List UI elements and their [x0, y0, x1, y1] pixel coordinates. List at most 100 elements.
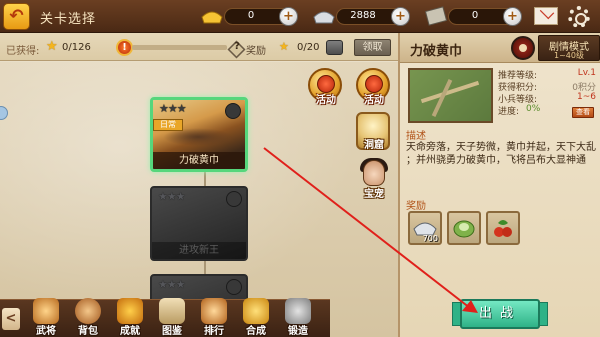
stage-card-active[interactable]: ★★★ 日常 力破黄巾 [150, 97, 248, 172]
mode-level: 1~40级 [554, 51, 584, 60]
reward-label: 奖励 [246, 46, 266, 57]
event-button[interactable]: 活动 [356, 68, 390, 106]
stat-value: 0% [526, 104, 541, 114]
nav-label: 武将 [36, 326, 56, 337]
nav-item-ranking[interactable]: 排行 [196, 298, 232, 337]
stat-value: Lv.1 [577, 68, 596, 78]
stage-name: 力破黄巾 [153, 152, 245, 169]
nav-label: 背包 [78, 326, 98, 337]
nav-item-bag[interactable]: 背包 [70, 298, 106, 337]
daily-ribbon: 日常 [153, 119, 183, 131]
back-button[interactable]: ↶ [3, 3, 30, 30]
scroll-icon [424, 6, 448, 26]
cabbage-icon [453, 220, 475, 238]
codex-icon [159, 298, 185, 324]
stage-detail-panel: 力破黄巾 剧情模式 1~40级 推荐等级: Lv.1 获得积分: 0积分 小兵等… [398, 33, 600, 337]
reward-item[interactable] [486, 211, 520, 245]
silver-counter: 2888 + [336, 7, 410, 26]
nav-item-achievement[interactable]: 成就 [112, 298, 148, 337]
bottom-nav: < 武将 背包 成就 图鉴 排行 合成 锻造 [0, 298, 330, 337]
medal-icon[interactable]: ! [116, 39, 133, 56]
stage-name: 进攻新王 [152, 242, 246, 259]
stage-knob [226, 279, 242, 295]
forge-icon [243, 298, 269, 324]
desc-label: 描述 [406, 131, 426, 142]
add-silver-button[interactable]: + [391, 7, 410, 26]
mode-emblem-icon [511, 36, 535, 60]
event-label: 活动 [316, 95, 336, 106]
stage-stars: ★★★ [158, 190, 186, 203]
anvil-icon [285, 298, 311, 324]
nav-label: 排行 [204, 326, 224, 337]
nav-label: 锻造 [288, 326, 308, 337]
mode-selector[interactable]: 剧情模式 1~40级 [538, 35, 600, 61]
nav-label: 合成 [246, 326, 266, 337]
stage-knob [226, 191, 242, 207]
silver-value: 2888 [350, 10, 376, 21]
ranking-icon [201, 298, 227, 324]
rewards-label: 奖励 [406, 201, 426, 212]
hero-avatar [363, 160, 385, 186]
scroll-counter: 0 + [448, 7, 522, 26]
desc-line: 天命旁落，天子势微，黄巾并起，天下大乱 [406, 142, 596, 153]
star-icon: ★ [46, 39, 58, 54]
scroll-value: 0 [471, 10, 479, 21]
stage-map: ★★★ 日常 力破黄巾 ★★★ 进攻新王 ★★★ 活动 活动 洞窟 宝宠 [0, 62, 398, 337]
top-bar: ↶ 关卡选择 0 + 2888 + 0 + [0, 0, 600, 33]
reward-count: 700 [422, 234, 438, 243]
stat-key: 进度: [498, 107, 520, 117]
general-icon [33, 298, 59, 324]
view-button[interactable]: 查看 [572, 107, 594, 118]
battle-button[interactable]: 出战 [460, 299, 540, 329]
star-progress-bar: 已获得: ★ 0/126 ! ? 奖励 ★ 0/20 领取 [0, 33, 398, 61]
hero-button[interactable]: 宝宠 [357, 158, 391, 200]
back-arrow-icon: ↶ [9, 6, 24, 26]
desc-line: ；并州骁勇力破黄巾，飞将吕布大显神通 [406, 155, 586, 166]
herb-icon [494, 220, 512, 237]
side-handle[interactable] [0, 106, 8, 120]
stage-title: 力破黄巾 [410, 44, 463, 59]
star-icon: ★ [279, 40, 289, 53]
collected-label: 已获得: [6, 46, 40, 57]
nav-item-anvil[interactable]: 锻造 [280, 298, 316, 337]
stage-minimap [408, 68, 493, 123]
add-scroll-button[interactable]: + [503, 7, 522, 26]
event-label: 活动 [364, 95, 384, 106]
claim-button[interactable]: 领取 [354, 39, 391, 56]
mail-icon[interactable] [534, 7, 558, 25]
nav-label: 图鉴 [162, 326, 182, 337]
gold-ingot-icon [201, 11, 223, 24]
silver-ingot-icon [313, 11, 335, 24]
page-title: 关卡选择 [40, 12, 97, 27]
gold-counter: 0 + [224, 7, 298, 26]
add-gold-button[interactable]: + [279, 7, 298, 26]
reward-count: 0/20 [297, 42, 320, 53]
reward-item[interactable] [447, 211, 481, 245]
stage-stars: ★★★ [158, 278, 186, 291]
gold-value: 0 [247, 10, 255, 21]
collected-count: 0/126 [62, 42, 91, 53]
reward-question-mark: ? [234, 41, 240, 52]
nav-item-general[interactable]: 武将 [28, 298, 64, 337]
cave-label: 洞窟 [364, 140, 384, 151]
hero-label: 宝宠 [364, 189, 384, 200]
stat-row: 获得积分: 0积分 [498, 80, 596, 93]
achievement-icon [117, 298, 143, 324]
stage-card-locked[interactable]: ★★★ 进攻新王 [150, 186, 248, 261]
nav-item-forge[interactable]: 合成 [238, 298, 274, 337]
gear-icon[interactable] [568, 6, 590, 28]
stat-value: 1~6 [577, 92, 596, 102]
progress-track [132, 45, 227, 50]
stage-stars: ★★★ [159, 102, 187, 115]
panel-header: 力破黄巾 剧情模式 1~40级 [400, 33, 600, 63]
chest-icon [326, 40, 343, 55]
stat-row: 推荐等级: Lv.1 [498, 68, 596, 81]
nav-back-arrow[interactable]: < [2, 308, 20, 330]
nav-label: 成就 [120, 326, 140, 337]
event-button[interactable]: 活动 [308, 68, 342, 106]
nav-item-codex[interactable]: 图鉴 [154, 298, 190, 337]
stage-description: 天命旁落，天子势微，黄巾并起，天下大乱 ；并州骁勇力破黄巾，飞将吕布大显神通 [406, 141, 600, 167]
bag-icon [75, 298, 101, 324]
reward-item[interactable]: 700 [408, 211, 442, 245]
cave-button[interactable]: 洞窟 [356, 112, 390, 151]
